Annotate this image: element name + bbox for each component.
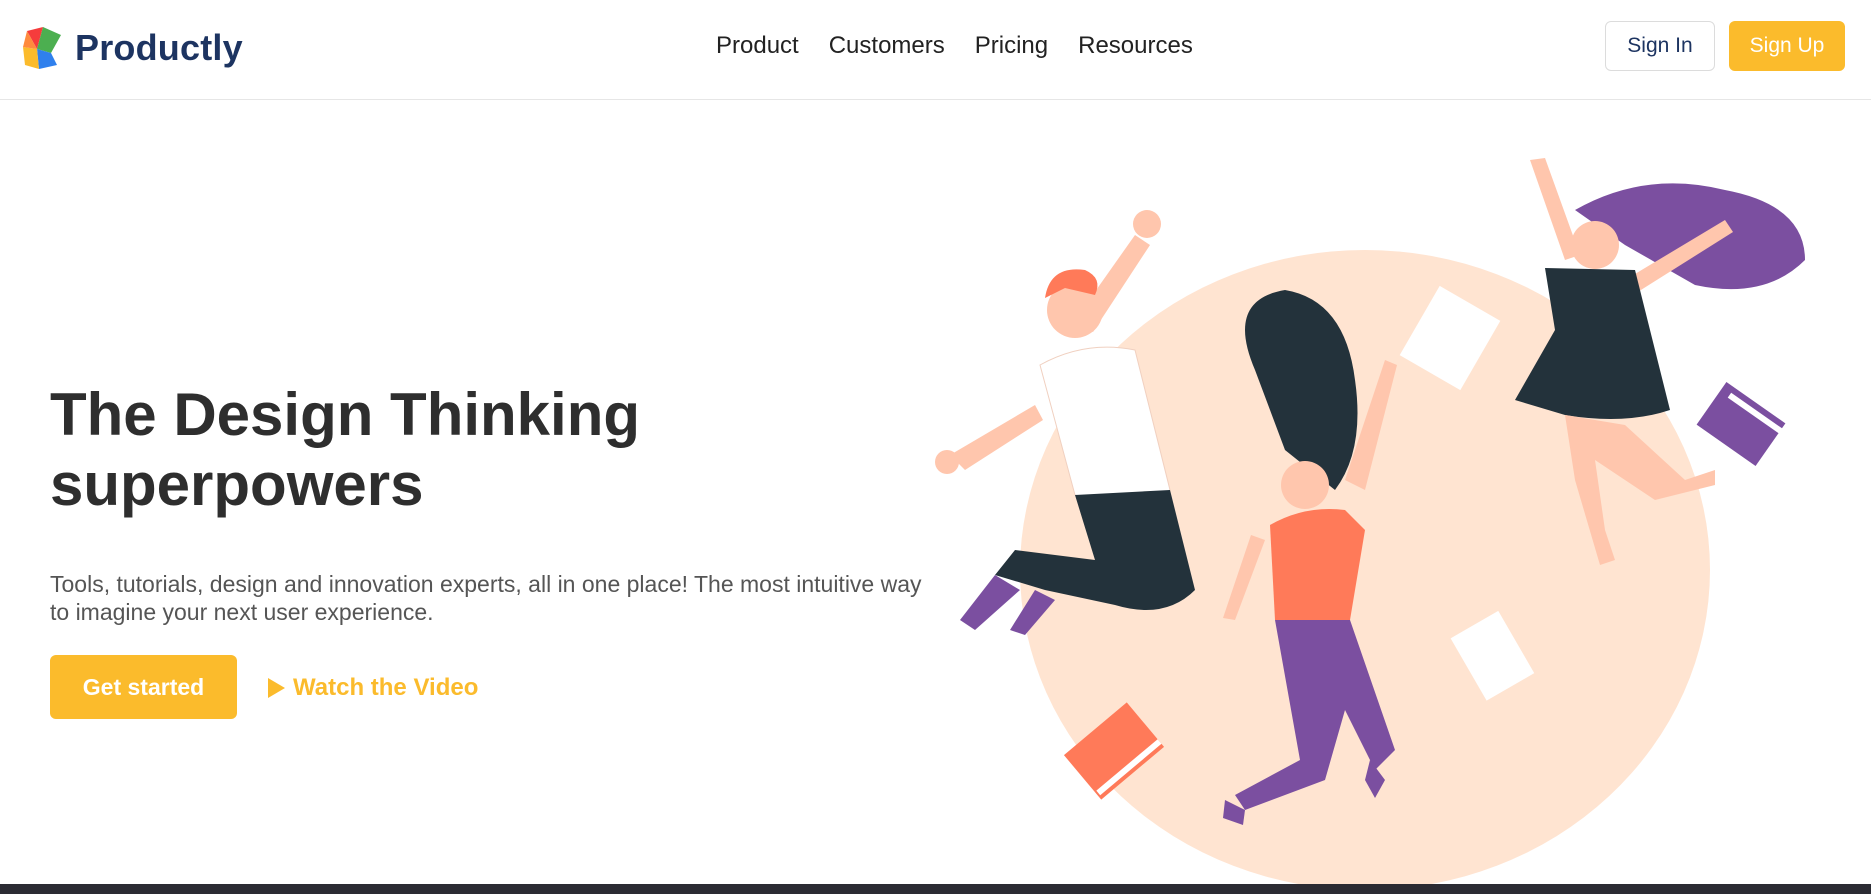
nav-link-pricing[interactable]: Pricing [975, 31, 1048, 61]
purple-book-icon [1696, 382, 1786, 466]
sign-up-button[interactable]: Sign Up [1729, 21, 1845, 71]
jumping-people-illustration [935, 158, 1805, 890]
productly-logo-icon [23, 27, 61, 69]
brand-name: Productly [75, 26, 243, 68]
main-nav: Product Customers Pricing Resources [716, 31, 1223, 61]
nav-link-product[interactable]: Product [716, 31, 799, 61]
nav-link-customers[interactable]: Customers [829, 31, 945, 61]
sign-in-button[interactable]: Sign In [1605, 21, 1715, 71]
play-icon [268, 678, 285, 698]
hero-title-line-1: The Design Thinking [50, 381, 641, 448]
top-navbar: Productly Product Customers Pricing Reso… [0, 0, 1871, 100]
brand-home-link[interactable]: Productly [21, 25, 243, 70]
hero-title-line-2: superpowers [50, 451, 424, 518]
get-started-button[interactable]: Get started [50, 655, 237, 719]
hero-title: The Design Thinking superpowers [50, 380, 810, 520]
landing-page: Productly Product Customers Pricing Reso… [0, 0, 1871, 894]
watch-video-link[interactable]: Watch the Video [268, 674, 478, 702]
nav-link-resources[interactable]: Resources [1078, 31, 1193, 61]
bottom-edge-strip [0, 884, 1871, 894]
watch-video-label: Watch the Video [293, 674, 479, 701]
hero-subtitle: Tools, tutorials, design and innovation … [50, 571, 922, 625]
